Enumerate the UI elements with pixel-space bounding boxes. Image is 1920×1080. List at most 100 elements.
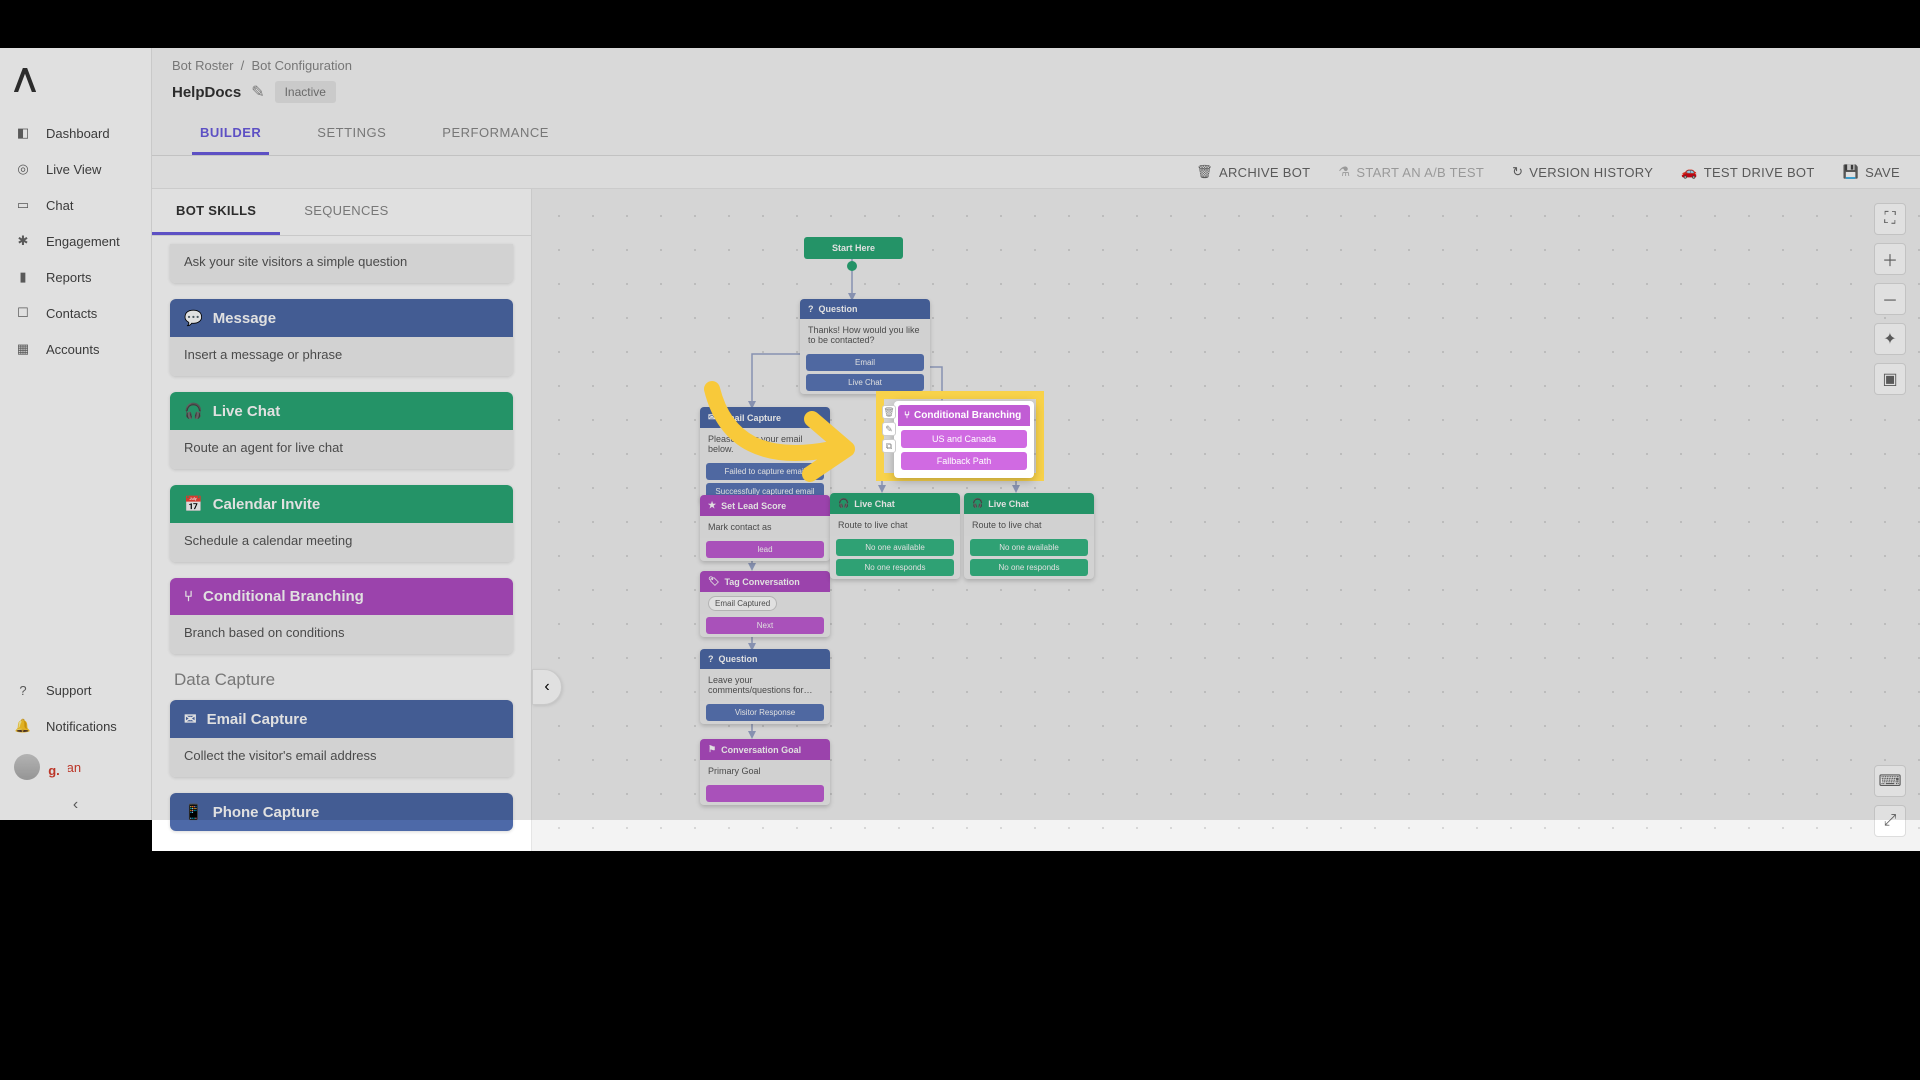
sidebar-label: Dashboard xyxy=(46,126,110,141)
canvas[interactable]: Start Here ?Question Thanks! How would y… xyxy=(532,189,1920,851)
chat-icon: ▭ xyxy=(14,196,32,214)
node-set-lead-score[interactable]: ★Set Lead Score Mark contact as lead xyxy=(700,495,830,561)
history-icon: ↻ xyxy=(1512,164,1523,180)
main: Bot Roster / Bot Configuration HelpDocs … xyxy=(152,48,1920,820)
archive-bot-button[interactable]: 🗑ARCHIVE BOT xyxy=(1196,164,1310,180)
skill-title: Conditional Branching xyxy=(203,588,364,605)
skill-live-chat[interactable]: 🎧 Live Chat Route an agent for live chat xyxy=(170,392,513,469)
edit-title-button[interactable]: ✎ xyxy=(251,82,264,102)
sidebar-label: Notifications xyxy=(46,719,117,734)
node-question-2[interactable]: ?Question Leave your comments/questions … xyxy=(700,649,830,724)
version-history-button[interactable]: ↻VERSION HISTORY xyxy=(1512,164,1653,180)
tag-icon: 🏷 xyxy=(708,576,719,587)
sidebar-item-reports[interactable]: ▮ Reports xyxy=(0,259,151,295)
headset-icon: 🎧 xyxy=(184,402,203,420)
breadcrumb-root[interactable]: Bot Roster xyxy=(172,58,233,73)
zoom-in-button[interactable]: ＋ xyxy=(1874,243,1906,275)
support-icon: ? xyxy=(14,681,32,699)
skills-panel: BOT SKILLS SEQUENCES Ask your site visit… xyxy=(152,189,532,851)
branch-option[interactable]: Fallback Path xyxy=(901,452,1027,470)
node-edit-button[interactable]: ✎ xyxy=(882,422,896,436)
node-duplicate-button[interactable]: ⧉ xyxy=(882,439,896,453)
message-icon: 💬 xyxy=(184,309,203,327)
keyboard-button[interactable]: ⌨ xyxy=(1874,765,1906,797)
main-tabs: BUILDER SETTINGS PERFORMANCE xyxy=(152,113,1920,156)
skill-desc: Route an agent for live chat xyxy=(170,430,513,469)
skill-phone-capture[interactable]: 📱 Phone Capture xyxy=(170,793,513,831)
sidebar-item-accounts[interactable]: ▦ Accounts xyxy=(0,331,151,367)
save-icon: 💾 xyxy=(1843,164,1860,180)
sidebar-label: Accounts xyxy=(46,342,99,357)
node-delete-button[interactable]: 🗑 xyxy=(882,405,896,419)
collapse-sidebar[interactable]: ‹ xyxy=(0,790,151,820)
node-conditional-branching[interactable]: ⑂Conditional Branching US and Canada Fal… xyxy=(894,401,1034,478)
star-icon: ★ xyxy=(708,500,716,511)
skill-email-capture[interactable]: ✉Email Capture Collect the visitor's ema… xyxy=(170,700,513,777)
test-drive-button[interactable]: 🚗TEST DRIVE BOT xyxy=(1681,164,1814,180)
save-button[interactable]: 💾SAVE xyxy=(1843,164,1900,180)
tab-bot-skills[interactable]: BOT SKILLS xyxy=(152,189,280,235)
headset-icon: 🎧 xyxy=(972,498,983,509)
sidebar-item-dashboard[interactable]: ◧Dashboard xyxy=(0,115,151,151)
skill-conditional-branching[interactable]: ⑂Conditional Branching Branch based on c… xyxy=(170,578,513,654)
tab-settings[interactable]: SETTINGS xyxy=(309,113,394,155)
branch-icon: ⑂ xyxy=(184,588,193,605)
sidebar-label: Contacts xyxy=(46,306,97,321)
sidebar-label: Chat xyxy=(46,198,73,213)
skill-title: Live Chat xyxy=(213,403,281,420)
tab-sequences[interactable]: SEQUENCES xyxy=(280,189,412,235)
sidebar-item-support[interactable]: ?Support xyxy=(0,672,151,708)
branch-option[interactable]: US and Canada xyxy=(901,430,1027,448)
sidebar-item-contacts[interactable]: ☐Contacts xyxy=(0,295,151,331)
sidebar-item-notifications[interactable]: 🔔Notifications xyxy=(0,708,151,744)
node-conversation-goal[interactable]: ⚑Conversation Goal Primary Goal xyxy=(700,739,830,805)
section-data-capture: Data Capture xyxy=(174,670,509,690)
liveview-icon: ◎ xyxy=(14,160,32,178)
node-live-chat-1[interactable]: 🎧Live Chat Route to live chat No one ava… xyxy=(830,493,960,579)
skill-title: Message xyxy=(213,310,276,327)
archive-icon: 🗑 xyxy=(1196,164,1213,180)
node-email-capture[interactable]: ✉Email Capture Please enter your email b… xyxy=(700,407,830,503)
fullscreen-button[interactable]: ⛶ xyxy=(1874,203,1906,235)
ab-test-button[interactable]: ⚗START AN A/B TEST xyxy=(1338,164,1484,180)
node-start[interactable]: Start Here xyxy=(804,237,903,259)
avatar xyxy=(14,754,40,780)
engagement-icon: ✱ xyxy=(14,232,32,250)
mail-icon: ✉ xyxy=(184,710,197,728)
headset-icon: 🎧 xyxy=(838,498,849,509)
node-question-1[interactable]: ?Question Thanks! How would you like to … xyxy=(800,299,930,394)
sidebar-item-engagement[interactable]: ✱ Engagement xyxy=(0,223,151,259)
mail-icon: ✉ xyxy=(708,412,716,423)
accounts-icon: ▦ xyxy=(14,340,32,358)
skill-calendar-invite[interactable]: 📅Calendar Invite Schedule a calendar mee… xyxy=(170,485,513,562)
user-row[interactable]: Ngan g. xyxy=(0,744,151,790)
skill-question-partial[interactable]: Ask your site visitors a simple question xyxy=(170,244,513,283)
logo xyxy=(0,62,151,115)
start-connector xyxy=(847,261,857,271)
auto-layout-button[interactable]: ✦ xyxy=(1874,323,1906,355)
skill-desc: Ask your site visitors a simple question xyxy=(170,244,513,283)
node-live-chat-2[interactable]: 🎧Live Chat Route to live chat No one ava… xyxy=(964,493,1094,579)
question-icon: ? xyxy=(708,654,714,664)
tab-performance[interactable]: PERFORMANCE xyxy=(434,113,557,155)
car-icon: 🚗 xyxy=(1681,164,1698,180)
sidebar-item-liveview[interactable]: ◎Live View xyxy=(0,151,151,187)
g-badge: g. xyxy=(42,758,66,782)
skill-title: Phone Capture xyxy=(213,804,320,821)
tab-builder[interactable]: BUILDER xyxy=(192,113,269,155)
node-controls: 🗑 ✎ ⧉ xyxy=(882,405,896,453)
sidebar-label: Engagement xyxy=(46,234,120,249)
breadcrumb-current: Bot Configuration xyxy=(251,58,351,73)
expand-button[interactable]: ⤢ xyxy=(1874,805,1906,837)
sidebar-item-chat[interactable]: ▭ Chat xyxy=(0,187,151,223)
skill-message[interactable]: 💬Message Insert a message or phrase xyxy=(170,299,513,376)
fit-view-button[interactable]: ▣ xyxy=(1874,363,1906,395)
phone-icon: 📱 xyxy=(184,803,203,821)
skill-desc: Schedule a calendar meeting xyxy=(170,523,513,562)
calendar-icon: 📅 xyxy=(184,495,203,513)
node-tag-conversation[interactable]: 🏷Tag Conversation Email Captured Next xyxy=(700,571,830,637)
zoom-out-button[interactable]: － xyxy=(1874,283,1906,315)
action-bar: 🗑ARCHIVE BOT ⚗START AN A/B TEST ↻VERSION… xyxy=(152,156,1920,189)
reports-icon: ▮ xyxy=(14,268,32,286)
sidebar-label: Reports xyxy=(46,270,92,285)
